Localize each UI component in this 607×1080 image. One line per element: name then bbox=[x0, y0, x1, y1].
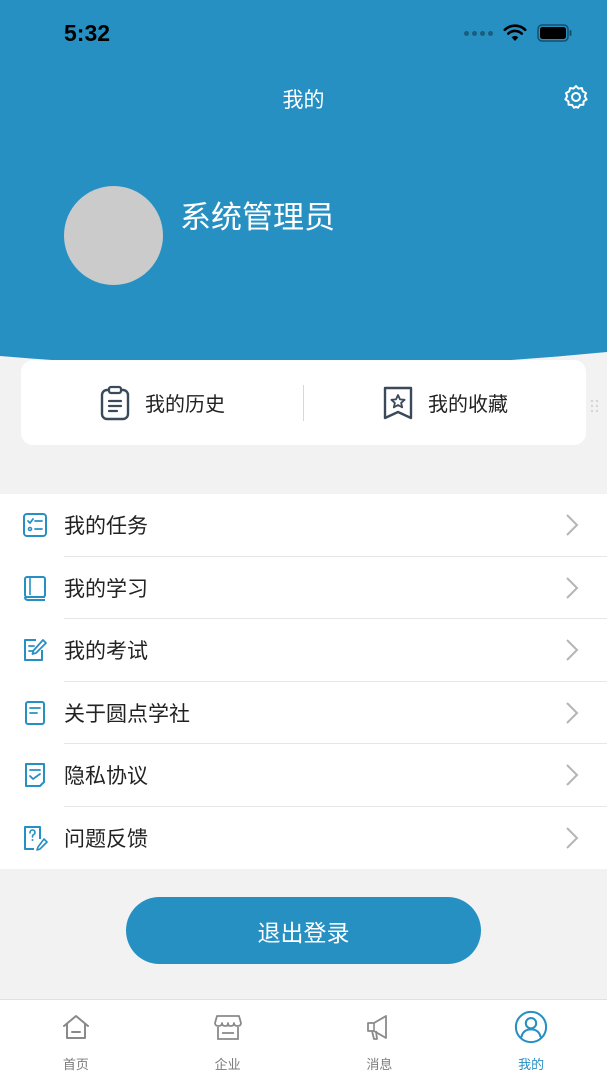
menu-list: 我的任务 我的学习 我的考试 关于圆点学社 隐私协议 问题反馈 bbox=[0, 494, 607, 869]
my-favorites-button[interactable]: 我的收藏 bbox=[304, 360, 586, 445]
menu-item-label: 我的学习 bbox=[64, 576, 148, 601]
menu-item-privacy[interactable]: 隐私协议 bbox=[0, 744, 607, 807]
avatar[interactable] bbox=[64, 186, 163, 285]
home-icon bbox=[59, 1010, 93, 1044]
user-circle-icon bbox=[514, 1010, 548, 1044]
my-history-label: 我的历史 bbox=[145, 392, 225, 416]
tab-home[interactable]: 首页 bbox=[0, 1000, 152, 1080]
menu-item-label: 隐私协议 bbox=[64, 764, 148, 789]
menu-item-label: 我的考试 bbox=[64, 639, 148, 664]
menu-item-feedback[interactable]: 问题反馈 bbox=[0, 807, 607, 870]
username: 系统管理员 bbox=[180, 200, 335, 236]
wifi-icon bbox=[503, 24, 527, 41]
status-icons bbox=[464, 24, 573, 42]
store-icon bbox=[211, 1010, 245, 1044]
chevron-right-icon bbox=[566, 577, 579, 599]
status-bar: 5:32 bbox=[0, 0, 607, 70]
agreement-icon bbox=[22, 762, 48, 788]
tab-mine[interactable]: 我的 bbox=[455, 1000, 607, 1080]
menu-item-label: 问题反馈 bbox=[64, 826, 148, 851]
menu-item-my-exams[interactable]: 我的考试 bbox=[0, 619, 607, 682]
book-icon bbox=[22, 575, 48, 601]
gear-icon bbox=[564, 85, 588, 109]
drag-handle-icon bbox=[590, 399, 599, 413]
tab-label: 首页 bbox=[62, 1058, 89, 1073]
megaphone-icon bbox=[362, 1010, 396, 1044]
exam-edit-icon bbox=[22, 637, 48, 663]
chevron-right-icon bbox=[566, 827, 579, 849]
chevron-right-icon bbox=[566, 639, 579, 661]
feedback-icon bbox=[22, 825, 48, 851]
profile-header: 5:32 我的 系统管理员 bbox=[0, 0, 607, 380]
menu-item-my-study[interactable]: 我的学习 bbox=[0, 557, 607, 620]
chevron-right-icon bbox=[566, 764, 579, 786]
chevron-right-icon bbox=[566, 702, 579, 724]
my-history-button[interactable]: 我的历史 bbox=[21, 360, 303, 445]
quick-links-card: 我的历史 我的收藏 bbox=[21, 360, 586, 445]
tab-bar: 首页 企业 消息 我的 bbox=[0, 999, 607, 1080]
tab-label: 消息 bbox=[366, 1058, 393, 1073]
status-time: 5:32 bbox=[64, 20, 111, 46]
chevron-right-icon bbox=[566, 514, 579, 536]
settings-button[interactable] bbox=[561, 82, 591, 112]
menu-item-about[interactable]: 关于圆点学社 bbox=[0, 682, 607, 745]
tab-enterprise[interactable]: 企业 bbox=[152, 1000, 304, 1080]
menu-item-label: 我的任务 bbox=[64, 514, 148, 539]
logout-button[interactable]: 退出登录 bbox=[126, 897, 481, 964]
menu-item-my-tasks[interactable]: 我的任务 bbox=[0, 494, 607, 557]
clipboard-icon bbox=[100, 385, 130, 420]
battery-icon bbox=[537, 24, 572, 42]
page-title: 我的 bbox=[282, 88, 325, 112]
signal-icon bbox=[464, 30, 493, 36]
my-favorites-label: 我的收藏 bbox=[428, 392, 508, 416]
task-list-icon bbox=[22, 512, 48, 538]
tab-label: 企业 bbox=[214, 1058, 241, 1073]
tab-messages[interactable]: 消息 bbox=[304, 1000, 456, 1080]
tab-label: 我的 bbox=[518, 1058, 545, 1073]
menu-item-label: 关于圆点学社 bbox=[64, 701, 190, 726]
bookmark-star-icon bbox=[383, 386, 413, 419]
document-icon bbox=[22, 700, 48, 726]
